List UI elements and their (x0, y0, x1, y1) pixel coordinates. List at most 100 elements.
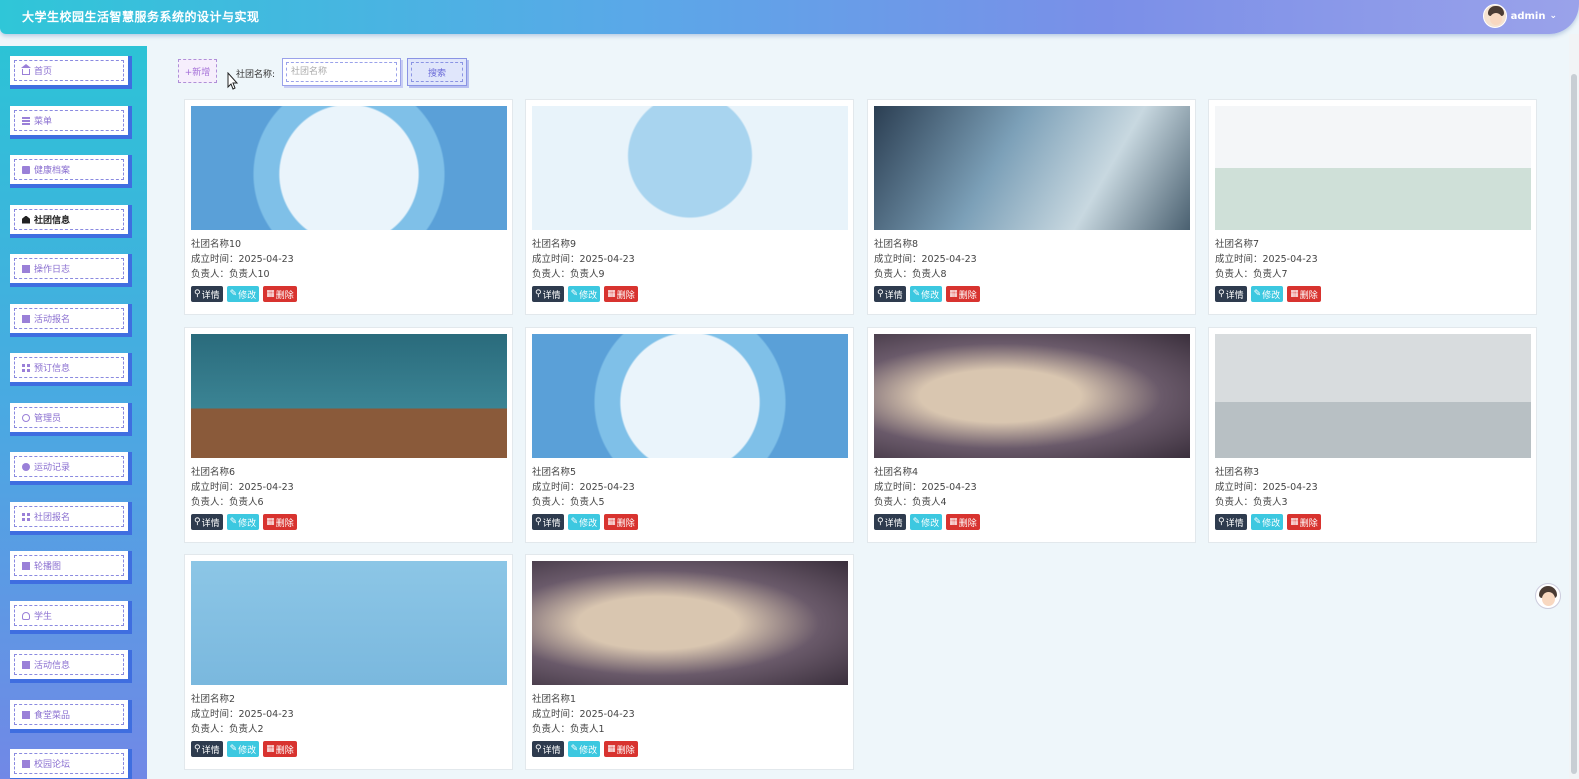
sidebar-item-carousel[interactable]: 轮播图 (10, 551, 132, 584)
sidebar-item-booking[interactable]: 预订信息 (10, 353, 132, 386)
sidebar-item-students[interactable]: 学生 (10, 601, 132, 634)
scrollbar[interactable] (1569, 34, 1579, 779)
card-actions: ⚲ 详情 ✎ 修改 ▦ 删除 (532, 286, 638, 302)
sidebar-item-activity-info[interactable]: 活动信息 (10, 650, 132, 683)
delete-label: 删除 (1299, 518, 1318, 529)
add-button[interactable]: +新增 (178, 59, 217, 83)
sidebar-item-label: 菜单 (34, 117, 53, 127)
club-image[interactable] (532, 561, 848, 685)
sidebar-item-home[interactable]: 首页 (10, 56, 132, 89)
detail-button[interactable]: ⚲ 详情 (1215, 286, 1247, 302)
edit-button[interactable]: ✎ 修改 (1250, 286, 1284, 302)
detail-button[interactable]: ⚲ 详情 (532, 286, 564, 302)
delete-button[interactable]: ▦ 删除 (263, 514, 297, 530)
edit-button[interactable]: ✎ 修改 (909, 514, 943, 530)
pencil-icon: ✎ (229, 744, 238, 754)
detail-button[interactable]: ⚲ 详情 (191, 741, 223, 757)
club-image[interactable] (191, 106, 507, 230)
username[interactable]: admin (1511, 11, 1546, 22)
club-name: 社团名称10 (191, 239, 242, 250)
search-button[interactable]: 搜索 (407, 58, 467, 86)
edit-button[interactable]: ✎ 修改 (567, 741, 601, 757)
detail-button[interactable]: ⚲ 详情 (874, 286, 906, 302)
edit-label: 修改 (238, 290, 257, 301)
sidebar-item-label: 校园论坛 (34, 760, 71, 770)
delete-label: 删除 (275, 745, 294, 756)
detail-button[interactable]: ⚲ 详情 (532, 514, 564, 530)
club-owner: 负责人：负责人5 (532, 497, 605, 508)
card-actions: ⚲ 详情 ✎ 修改 ▦ 删除 (532, 741, 638, 757)
delete-label: 删除 (616, 745, 635, 756)
search-input[interactable] (286, 62, 397, 82)
pencil-icon: ✎ (1253, 289, 1262, 299)
delete-button[interactable]: ▦ 删除 (263, 286, 297, 302)
sidebar-item-menu[interactable]: 菜单 (10, 106, 132, 139)
club-card: 社团名称3 成立时间：2025-04-23 负责人：负责人3 ⚲ 详情 ✎ 修改 ▦ 删除 (1208, 327, 1537, 543)
delete-button[interactable]: ▦ 删除 (946, 514, 980, 530)
pencil-icon: ✎ (912, 517, 921, 527)
sidebar-item-forum[interactable]: 校园论坛 (10, 749, 132, 779)
app-title: 大学生校园生活智慧服务系统的设计与实现 (22, 10, 260, 24)
detail-button[interactable]: ⚲ 详情 (191, 286, 223, 302)
edit-button[interactable]: ✎ 修改 (226, 741, 260, 757)
search-icon: ⚲ (877, 517, 884, 527)
club-image[interactable] (874, 106, 1190, 230)
chevron-down-icon[interactable]: ⌄ (1549, 11, 1557, 21)
pencil-icon: ✎ (570, 517, 579, 527)
delete-button[interactable]: ▦ 删除 (604, 286, 638, 302)
detail-button[interactable]: ⚲ 详情 (191, 514, 223, 530)
club-image[interactable] (191, 334, 507, 458)
edit-button[interactable]: ✎ 修改 (226, 286, 260, 302)
file-icon (22, 165, 30, 174)
sidebar-item-admin[interactable]: 管理员 (10, 403, 132, 436)
trash-icon: ▦ (1290, 517, 1299, 527)
edit-button[interactable]: ✎ 修改 (567, 286, 601, 302)
user-menu[interactable]: admin ⌄ (1482, 4, 1557, 28)
club-image[interactable] (532, 334, 848, 458)
scrollbar-thumb[interactable] (1571, 74, 1577, 774)
sidebar-item-canteen[interactable]: 食堂菜品 (10, 700, 132, 733)
edit-button[interactable]: ✎ 修改 (1250, 514, 1284, 530)
club-card: 社团名称9 成立时间：2025-04-23 负责人：负责人9 ⚲ 详情 ✎ 修改 ▦ 删除 (525, 99, 854, 315)
card-actions: ⚲ 详情 ✎ 修改 ▦ 删除 (874, 514, 980, 530)
trash-icon: ▦ (607, 517, 616, 527)
edit-button[interactable]: ✎ 修改 (909, 286, 943, 302)
delete-button[interactable]: ▦ 删除 (604, 514, 638, 530)
sidebar-item-activity-signup[interactable]: 活动报名 (10, 304, 132, 337)
sidebar-item-logs[interactable]: 操作日志 (10, 254, 132, 287)
info-icon (22, 660, 30, 669)
edit-button[interactable]: ✎ 修改 (226, 514, 260, 530)
sidebar-item-clubs[interactable]: 社团信息 (10, 205, 132, 238)
pencil-icon: ✎ (229, 517, 238, 527)
search-icon: ⚲ (1218, 289, 1225, 299)
card-actions: ⚲ 详情 ✎ 修改 ▦ 删除 (1215, 286, 1321, 302)
detail-button[interactable]: ⚲ 详情 (532, 741, 564, 757)
sidebar-item-exercise[interactable]: 运动记录 (10, 452, 132, 485)
club-image[interactable] (532, 106, 848, 230)
delete-button[interactable]: ▦ 删除 (1287, 514, 1321, 530)
club-owner: 负责人：负责人4 (874, 497, 947, 508)
detail-button[interactable]: ⚲ 详情 (1215, 514, 1247, 530)
delete-button[interactable]: ▦ 删除 (263, 741, 297, 757)
trash-icon: ▦ (266, 289, 275, 299)
edit-label: 修改 (1262, 518, 1281, 529)
avatar[interactable] (1482, 4, 1507, 28)
detail-button[interactable]: ⚲ 详情 (874, 514, 906, 530)
edit-button[interactable]: ✎ 修改 (567, 514, 601, 530)
delete-button[interactable]: ▦ 删除 (1287, 286, 1321, 302)
sidebar-item-health[interactable]: 健康档案 (10, 155, 132, 188)
club-card: 社团名称2 成立时间：2025-04-23 负责人：负责人2 ⚲ 详情 ✎ 修改 ▦ 删除 (184, 554, 513, 770)
club-image[interactable] (191, 561, 507, 685)
club-image[interactable] (1215, 334, 1531, 458)
club-image[interactable] (874, 334, 1190, 458)
club-owner: 负责人：负责人9 (532, 269, 605, 280)
sidebar-item-club-signup[interactable]: 社团报名 (10, 502, 132, 535)
list-icon (22, 314, 30, 323)
delete-button[interactable]: ▦ 删除 (946, 286, 980, 302)
delete-label: 删除 (958, 290, 977, 301)
club-image[interactable] (1215, 106, 1531, 230)
assistant-avatar[interactable] (1535, 583, 1561, 609)
club-owner: 负责人：负责人10 (191, 269, 270, 280)
detail-label: 详情 (884, 290, 903, 301)
delete-button[interactable]: ▦ 删除 (604, 741, 638, 757)
